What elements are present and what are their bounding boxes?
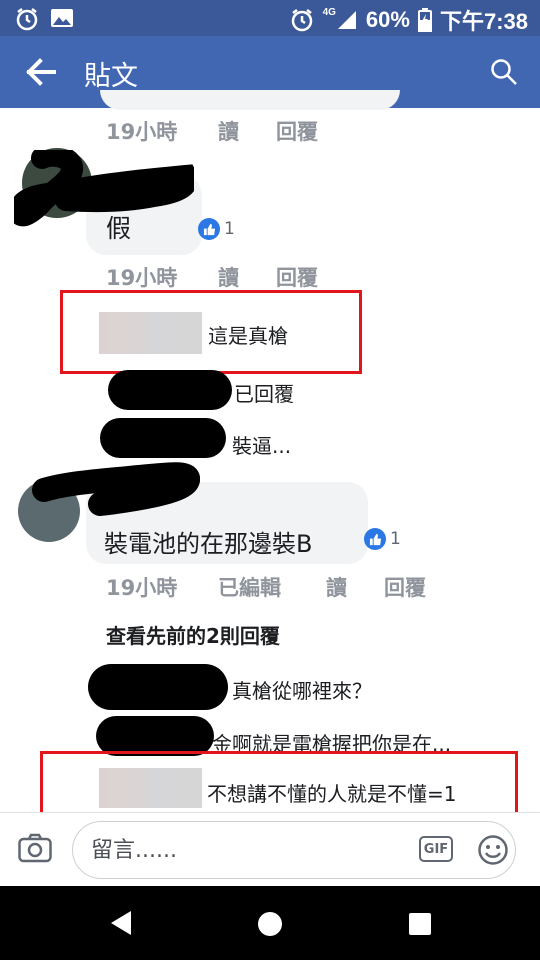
comment-time: 19小時 <box>106 120 178 144</box>
comment-bubble[interactable] <box>100 90 400 110</box>
redaction-scribble <box>100 418 226 458</box>
like-link[interactable]: 讀 <box>218 116 239 146</box>
status-bar: 4G 60% 下午7:38 <box>0 0 540 36</box>
page-title: 貼文 <box>84 61 138 92</box>
like-count: 1 <box>390 529 401 549</box>
comment-time: 19小時 <box>106 266 178 290</box>
emoji-icon[interactable] <box>477 834 509 866</box>
reply-text: 這是真槍 <box>208 324 288 348</box>
redaction-scribble <box>96 716 214 756</box>
edited-label: 已編輯 <box>218 576 281 600</box>
redaction-scribble <box>108 370 232 410</box>
redaction-scribble <box>14 150 194 227</box>
nav-recents-icon[interactable] <box>408 912 432 936</box>
comment-time: 19小時 <box>106 576 178 600</box>
comment-input-container[interactable]: GIF <box>72 821 516 879</box>
reply-text: 真槍從哪裡來？ <box>232 679 372 703</box>
like-count-badge[interactable]: 1 <box>198 218 235 240</box>
camera-icon[interactable] <box>18 833 52 863</box>
redaction-scribble <box>32 462 200 516</box>
gallery-icon <box>51 9 73 27</box>
reply-link[interactable]: 回覆 <box>276 262 318 292</box>
alarm-icon <box>16 8 38 31</box>
like-link[interactable]: 讀 <box>218 262 239 292</box>
comment-composer: GIF <box>0 812 540 887</box>
search-icon[interactable] <box>490 58 518 86</box>
comment-text: 裝電池的在那邊裝B <box>104 530 313 558</box>
status-right: 4G 60% 下午7:38 <box>289 4 528 36</box>
redaction-scribble <box>88 664 228 710</box>
reply-text: 已回覆 <box>234 382 294 406</box>
network-type: 4G <box>322 6 336 18</box>
like-count-badge[interactable]: 1 <box>364 528 401 550</box>
gif-label: GIF <box>423 841 449 857</box>
nav-home-icon[interactable] <box>256 910 284 938</box>
blurred-avatar-name <box>99 768 202 808</box>
thumbs-up-icon <box>364 528 386 550</box>
reply-text: 裝逼... <box>232 434 292 458</box>
reply-text: 不想講不懂的人就是不懂=1 <box>207 782 457 806</box>
battery-percent: 60% <box>365 7 410 32</box>
view-previous-replies-link[interactable]: 查看先前的2則回覆 <box>106 620 280 649</box>
clock: 下午7:38 <box>439 9 528 34</box>
system-nav-bar <box>0 886 540 960</box>
thumbs-up-icon <box>198 218 220 240</box>
like-link[interactable]: 讀 <box>326 572 347 602</box>
blurred-avatar-name <box>99 312 202 354</box>
comment-input[interactable] <box>89 832 413 868</box>
nav-back-icon[interactable] <box>106 908 136 938</box>
like-count: 1 <box>224 219 235 239</box>
reply-link[interactable]: 回覆 <box>276 116 318 146</box>
gif-button[interactable]: GIF <box>419 836 453 862</box>
battery-icon <box>417 8 432 32</box>
alarm-icon <box>291 9 312 32</box>
back-arrow-icon[interactable] <box>26 58 56 86</box>
reply-link[interactable]: 回覆 <box>384 572 426 602</box>
signal-icon <box>337 11 356 29</box>
